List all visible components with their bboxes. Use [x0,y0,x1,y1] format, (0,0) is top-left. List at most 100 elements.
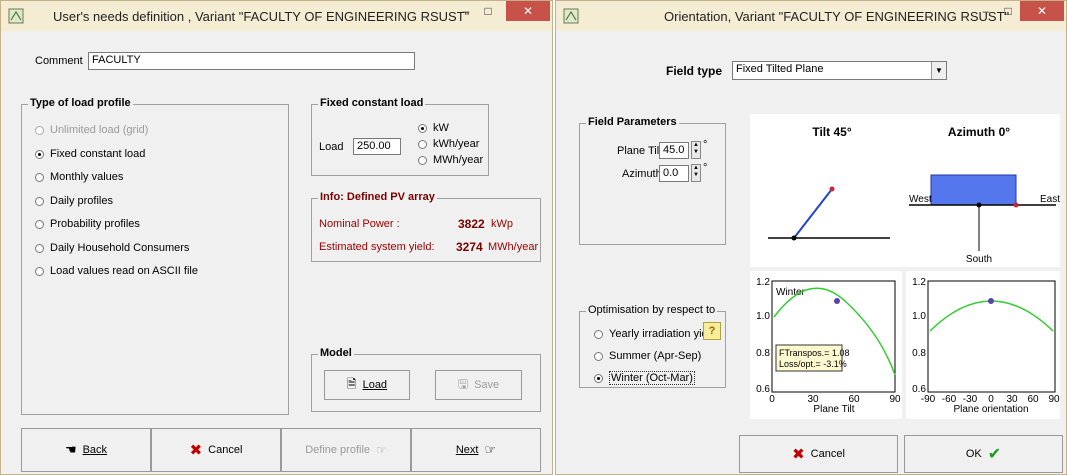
azimuth-title: Azimuth 0° [948,125,1010,139]
radio-unit-kw[interactable]: kW [418,122,449,134]
back-button[interactable]: ☚ Back [21,428,151,472]
define-profile-button[interactable]: Define profile ☞ [281,428,411,472]
y-tick: 0.8 [756,348,770,359]
radio-winter[interactable]: Winter (Oct-Mar) [594,371,695,385]
cancel-x-icon: ✖ [792,446,805,463]
radio-label: Monthly values [50,171,124,183]
field-parameters-title: Field Parameters [586,116,679,128]
save-icon: 🖫 [457,376,469,391]
optimum-marker [988,298,994,304]
load-model-label: Load [362,379,388,391]
x-axis-label: Plane Tilt [813,404,854,415]
tilt-tip-dot [829,186,835,192]
azimuth-label: Azimuth [622,168,662,180]
optimum-marker [834,298,840,304]
x-tick: 60 [1027,394,1039,405]
cancel-label: Cancel [208,444,243,456]
right-title-bar: Orientation, Variant "FACULTY OF ENGINEE… [556,1,1066,31]
ftranspos-text: FTranspos.= 1.08 [779,348,849,358]
optimisation-title: Optimisation by respect to [586,304,718,316]
save-model-label: Save [474,379,500,391]
orientation-window: Orientation, Variant "FACULTY OF ENGINEE… [555,0,1067,475]
radio-daily-profiles[interactable]: Daily profiles [35,195,113,207]
radio-unit-mwh-year[interactable]: MWh/year [418,154,483,166]
cancel-button[interactable]: ✖ Cancel [151,428,281,472]
system-yield-label: Estimated system yield: [319,241,435,253]
azimuth-plane-rect [930,174,1017,206]
radio-icon [35,266,44,276]
azimuth-center-dot [976,202,982,208]
radio-label: Summer (Apr-Sep) [609,350,702,362]
close-icon[interactable]: ✕ [1020,1,1064,21]
west-label: West [909,194,932,205]
radio-label: Probability profiles [50,218,140,230]
azimuth-degree-symbol: ° [703,162,708,174]
comment-input[interactable]: FACULTY [88,52,415,70]
back-label: Back [82,444,108,456]
radio-label: Fixed constant load [50,148,146,160]
unit-label: kW [433,122,449,134]
azimuth-input[interactable]: 0.0 [659,165,689,182]
nominal-power-value: 3822 [458,217,485,231]
radio-fixed-constant-load[interactable]: Fixed constant load [35,148,145,160]
help-label: ? [708,325,716,337]
orientation-plot-svg: 1.2 1.0 0.8 0.6 -90 -60 -30 0 30 60 90 P… [912,277,1060,415]
minimize-icon[interactable]: – [456,1,476,21]
fixed-load-title: Fixed constant load [318,97,426,109]
model-title: Model [318,347,354,359]
help-button[interactable]: ? [703,322,721,340]
plane-tilt-spinner[interactable]: ▲ ▼ [691,141,701,159]
radio-icon [35,243,44,253]
radio-ascii-file[interactable]: Load values read on ASCII file [35,265,198,277]
cancel-x-icon: ✖ [189,442,203,459]
radio-label: Yearly irradiation yield [609,328,717,340]
plane-tilt-input[interactable]: 45.0 [659,142,689,159]
system-yield-unit: MWh/year [488,241,539,253]
plane-tilt-label: Plane Tilt [617,145,663,157]
radio-icon [35,196,44,206]
dropdown-arrow-icon[interactable]: ▼ [931,62,946,79]
tilt-pivot-dot [791,235,797,241]
ok-label: OK [965,448,982,460]
radio-summer[interactable]: Summer (Apr-Sep) [594,350,701,362]
x-tick: 90 [889,394,901,405]
maximize-icon[interactable]: □ [478,1,498,21]
east-label: East [1040,194,1060,205]
unit-label: kWh/year [433,138,480,150]
radio-unit-kwh-year[interactable]: kWh/year [418,138,479,150]
info-title: Info: Defined PV array [318,191,437,203]
close-icon[interactable]: ✕ [506,1,550,21]
save-model-button[interactable]: 🖫 Save [435,370,522,400]
radio-label: Daily profiles [50,195,113,207]
radio-selected-icon [35,149,44,159]
azimuth-edge-dot [1013,202,1019,208]
radio-monthly-values[interactable]: Monthly values [35,171,123,183]
load-value-input[interactable]: 250.00 [353,138,401,155]
cancel-button[interactable]: ✖ Cancel [739,435,898,473]
radio-daily-household[interactable]: Daily Household Consumers [35,242,189,254]
hand-pointer-icon: ☞ [376,443,387,457]
radio-icon [594,329,603,339]
field-type-label: Field type [666,64,723,78]
field-type-select[interactable]: Fixed Tilted Plane ▼ [732,61,947,80]
folder-icon: 🗎 [346,376,357,391]
radio-icon [418,155,427,165]
y-tick: 1.2 [756,277,770,288]
minimize-icon[interactable]: – [976,1,996,21]
radio-probability-profiles[interactable]: Probability profiles [35,218,140,230]
radio-icon [35,125,44,135]
radio-label: Daily Household Consumers [50,242,190,254]
ok-button[interactable]: OK ✔ [904,435,1063,473]
azimuth-spinner[interactable]: ▲ ▼ [691,164,701,182]
next-button[interactable]: Next ☞ [411,428,541,472]
load-label: Load [319,141,344,153]
checkmark-icon: ✔ [987,446,1002,463]
load-model-button[interactable]: 🗎 Load [324,370,410,400]
loss-text: Loss/opt.= -3.1% [779,359,847,369]
radio-yearly-yield[interactable]: Yearly irradiation yield [594,328,716,340]
cancel-label: Cancel [810,448,845,460]
radio-unlimited-load[interactable]: Unlimited load (grid) [35,124,148,136]
y-tick: 1.2 [912,277,926,288]
maximize-icon[interactable]: □ [998,1,1018,21]
orientation-plot: 1.2 1.0 0.8 0.6 -90 -60 -30 0 30 60 90 P… [906,271,1060,419]
